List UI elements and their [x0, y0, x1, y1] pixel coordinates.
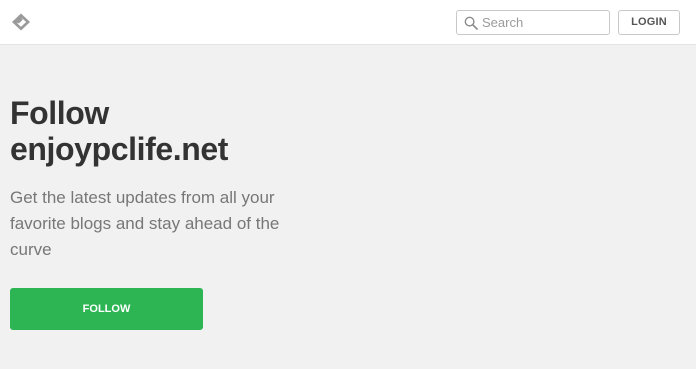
- feedly-logo-icon[interactable]: [11, 13, 31, 31]
- title-line-follow: Follow: [10, 95, 109, 131]
- login-button[interactable]: LOGIN: [618, 10, 680, 35]
- search-icon: [464, 16, 478, 30]
- follow-button[interactable]: FOLLOW: [10, 288, 203, 330]
- follow-hero: Follow enjoypclife.net Get the latest up…: [10, 95, 340, 263]
- top-bar: LOGIN: [0, 0, 696, 45]
- search-input[interactable]: [482, 13, 604, 32]
- title-line-site: enjoypclife.net: [10, 131, 229, 167]
- hero-subtitle: Get the latest updates from all your fav…: [10, 188, 280, 259]
- page-title: Follow enjoypclife.net: [10, 95, 340, 167]
- search-box[interactable]: [456, 10, 610, 35]
